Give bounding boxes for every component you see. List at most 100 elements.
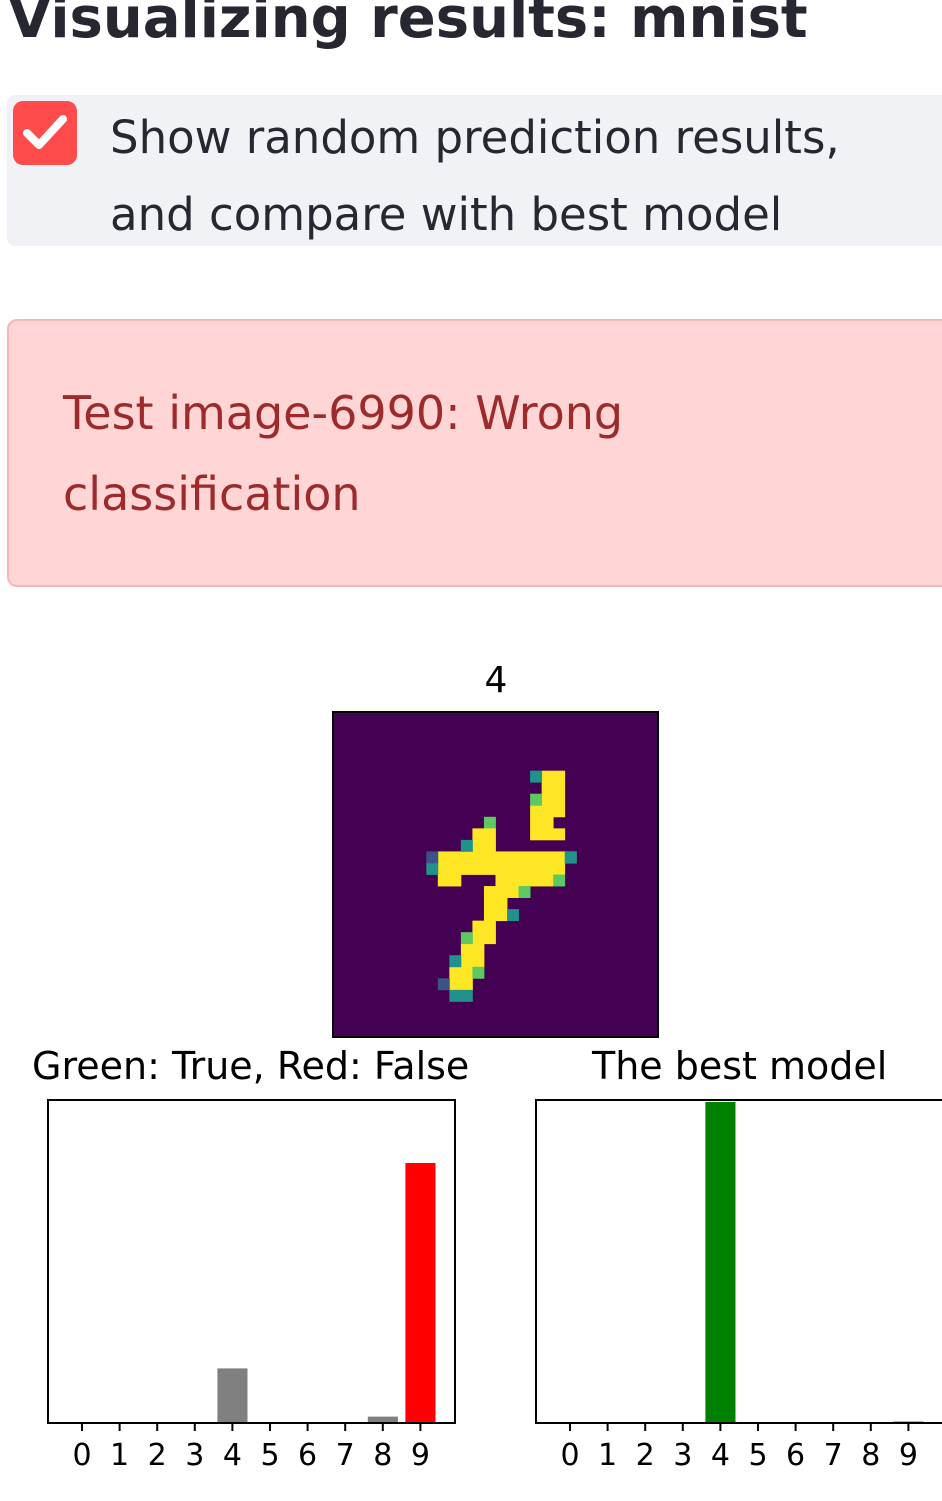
digit-pixel [553, 828, 566, 841]
digit-pixel [426, 851, 439, 864]
digit-pixel [495, 862, 508, 875]
digit-pixel [472, 932, 485, 945]
digit-pixel [449, 862, 462, 875]
digit-pixel [530, 851, 543, 864]
x-tick-label: 6 [786, 1438, 805, 1473]
digit-pixel [495, 886, 508, 898]
digit-pixel [472, 943, 485, 956]
compare-checkbox[interactable]: Show random prediction results, and comp… [7, 95, 942, 246]
checkbox-label: Show random prediction results, and comp… [110, 111, 840, 241]
x-tick-label: 2 [148, 1438, 167, 1473]
digit-pixel [518, 862, 531, 875]
digit-pixel [460, 978, 473, 991]
alert-message: Test image-6990: Wrong classification [63, 386, 624, 521]
x-tick-label: 5 [748, 1438, 767, 1473]
best-model-chart-title: The best model [592, 1044, 888, 1088]
digit-pixel [437, 978, 450, 991]
x-tick-label: 0 [72, 1438, 91, 1473]
digit-pixel [483, 920, 496, 933]
digit-pixel [483, 828, 496, 841]
digit-pixel [507, 886, 519, 898]
digit-pixel [449, 978, 462, 991]
digit-pixel [518, 851, 531, 864]
digit-pixel [472, 828, 485, 841]
digit-pixel [483, 909, 496, 922]
digit-pixel [530, 828, 543, 841]
digit-pixel [564, 851, 577, 864]
prediction-charts: 01234567890123456789 [47, 1099, 942, 1473]
digit-pixel [472, 851, 485, 864]
digit-pixel [553, 874, 566, 887]
digit-pixel [426, 862, 439, 875]
digit-pixel [495, 897, 508, 910]
digit-pixel [530, 816, 543, 829]
digit-pixel [449, 966, 462, 979]
digit-pixel [449, 989, 462, 1002]
x-tick-label: 2 [636, 1438, 655, 1473]
digit-pixel [460, 989, 473, 1002]
digit-pixel [553, 851, 566, 864]
digit-pixel [460, 943, 473, 956]
digit-pixels [426, 770, 577, 1002]
digit-pixel [472, 955, 485, 968]
digit-pixel [472, 862, 485, 875]
x-tick-label: 5 [260, 1438, 279, 1473]
digit-pixel [553, 793, 566, 806]
digit-pixel [472, 920, 485, 933]
digit-pixel [518, 886, 531, 898]
digit-pixel [483, 816, 496, 829]
digit-pixel [483, 932, 496, 945]
digit-pixel [507, 874, 519, 887]
digit-pixel [460, 932, 473, 945]
axes-frame [47, 1099, 456, 1424]
x-tick-label: 4 [711, 1438, 730, 1473]
digit-pixel [553, 805, 566, 818]
digit-pixel [483, 851, 496, 864]
image-title: 4 [484, 660, 508, 701]
bar-best-4 [705, 1102, 736, 1423]
x-tick-label: 6 [298, 1438, 317, 1473]
digit-pixel [530, 862, 543, 875]
digit-pixel [553, 782, 566, 795]
digit-pixel [541, 828, 554, 841]
digit-pixel [541, 874, 554, 887]
digit-pixel [541, 770, 554, 783]
x-tick-label: 4 [223, 1438, 242, 1473]
x-tick-label: 9 [411, 1438, 430, 1473]
mnist-digit-image [332, 711, 659, 1038]
prediction-chart-title: Green: True, Red: False [32, 1044, 470, 1088]
digit-pixel [553, 862, 566, 875]
digit-pixel [460, 839, 473, 852]
digit-pixel [530, 805, 543, 818]
checkbox-checked-indicator[interactable] [13, 101, 77, 165]
x-tick-label: 0 [560, 1438, 579, 1473]
digit-pixel [495, 851, 508, 864]
digit-pixel [483, 897, 496, 910]
x-tick-label: 1 [110, 1438, 129, 1473]
digit-pixel [541, 816, 554, 829]
digit-pixel [483, 886, 496, 898]
digit-pixel [495, 909, 508, 922]
digit-pixel [449, 955, 462, 968]
digit-pixel [495, 874, 508, 887]
x-tick-label: 3 [185, 1438, 204, 1473]
x-tick-label: 3 [673, 1438, 692, 1473]
digit-pixel [518, 874, 531, 887]
digit-pixel [437, 874, 450, 887]
digit-pixel [541, 805, 554, 818]
digit-pixel [460, 966, 473, 979]
x-tick-label: 8 [861, 1438, 880, 1473]
digit-pixel [449, 851, 462, 864]
digit-pixel [483, 862, 496, 875]
digit-pixel [530, 874, 543, 887]
digit-pixel [541, 793, 554, 806]
digit-pixel [472, 966, 485, 979]
digit-pixel [553, 770, 566, 783]
digit-pixel [530, 770, 543, 783]
digit-pixel [541, 851, 554, 864]
axes-frame [535, 1099, 942, 1424]
digit-pixel [460, 851, 473, 864]
digit-pixel [437, 851, 450, 864]
x-tick-label: 8 [373, 1438, 392, 1473]
x-tick-label: 9 [899, 1438, 918, 1473]
